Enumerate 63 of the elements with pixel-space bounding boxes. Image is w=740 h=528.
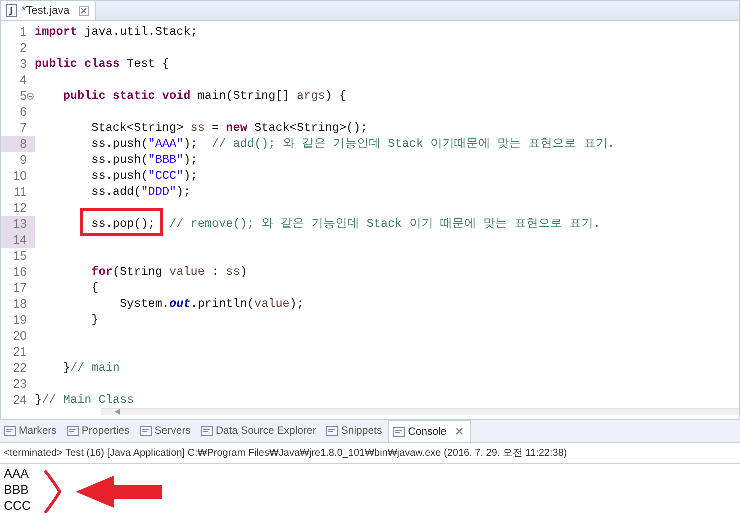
view-icon [200, 425, 213, 437]
line-number: 6 [20, 104, 27, 120]
code-line: ss.add("DDD"); [90, 185, 191, 199]
console-output-line: AAA [4, 466, 30, 482]
line-number: 9 [20, 152, 27, 168]
code-line: Stack<String> ss = new Stack<String>(); [90, 121, 368, 135]
line-number: 17 [13, 280, 27, 296]
line-number: 24 [13, 392, 27, 408]
line-number: 4 [20, 72, 27, 88]
line-number: 23 [13, 376, 27, 392]
code-line: for(String value : ss) [90, 265, 248, 279]
line-number: 1 [20, 24, 27, 40]
view-icon [393, 426, 406, 438]
line-number: 2 [20, 40, 27, 56]
code-line: }// Main Class [35, 393, 134, 407]
view-tab[interactable]: Console [388, 420, 471, 442]
line-number: 13 [13, 216, 27, 232]
line-number: 14 [13, 232, 27, 248]
view-icon [4, 425, 16, 437]
code-line: ss.push("BBB"); [90, 153, 198, 167]
console-output-line: CCC [4, 498, 32, 514]
code-line: System.out.println(value); [118, 297, 304, 311]
line-number: 3 [20, 56, 27, 72]
line-number: 16 [13, 264, 27, 280]
view-icon [66, 425, 79, 437]
view-icon [326, 425, 338, 437]
code-line: ss.push("CCC"); [90, 169, 198, 183]
view-tab[interactable]: Servers [136, 420, 197, 442]
horizontal-scrollbar[interactable] [101, 408, 739, 415]
line-number: 11 [14, 184, 27, 200]
view-tab[interactable]: Markers [0, 420, 63, 442]
line-number: 7 [20, 120, 27, 136]
line-number: 21 [13, 344, 27, 360]
code-line: { [90, 281, 99, 295]
code-line: import java.util.Stack; [35, 25, 198, 39]
java-file-icon [5, 4, 18, 17]
code-line: ss.push("AAA"); // add(); 와 같은 기능인데 Stack 이기때문에 맞는 표현으로 표기. [90, 137, 615, 151]
view-icon [140, 425, 152, 437]
editor-tab[interactable]: *Test.java [1, 1, 96, 20]
line-number: 15 [13, 248, 27, 264]
line-number: 18 [13, 296, 27, 312]
close-icon[interactable] [78, 6, 89, 16]
view-tab[interactable]: Properties [62, 420, 136, 442]
line-number: 10 [13, 168, 27, 184]
code-line: ss.pop(); // remove(); 와 같은 기능인데 Stack 이기 때문에 맞는 표현으로 표기. [90, 217, 601, 231]
line-number: 8 [20, 136, 27, 152]
console-output-line: BBB [4, 482, 30, 498]
console-header: <terminated> Test (16) [Java Application] C:₩Program Files₩Java₩jre1.8.0_101₩bin₩javaw.exe (2016. 7. 29. 오전 11:22:38) [0, 443, 740, 464]
line-number: 12 [13, 200, 27, 216]
brace-annotation [44, 470, 62, 514]
line-number: 5 [20, 88, 27, 104]
line-number: 19 [13, 312, 27, 328]
collapse-icon[interactable] [27, 92, 34, 100]
scroll-left-icon[interactable] [115, 409, 120, 415]
code-line: } [90, 313, 99, 327]
close-icon[interactable] [454, 427, 464, 436]
code-line: public static void main(String[] args) { [62, 89, 347, 103]
line-number: 22 [13, 360, 27, 376]
line-number: 20 [13, 328, 27, 344]
view-tab[interactable]: Snippets [322, 420, 388, 442]
view-tab[interactable]: Data Source Explorer [196, 420, 322, 442]
code-line: }// main [62, 361, 120, 375]
code-line: public class Test { [35, 57, 170, 71]
